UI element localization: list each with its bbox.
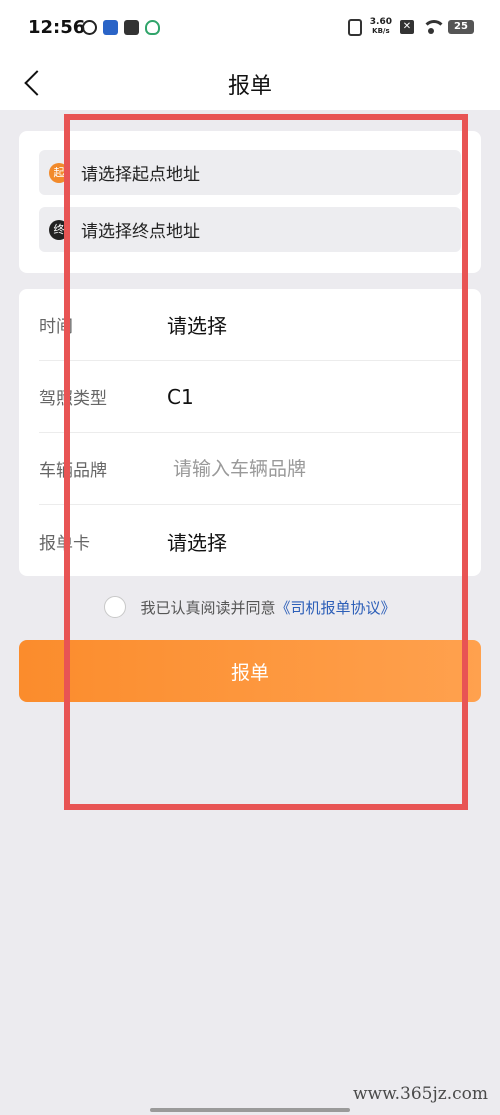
x-icon: ✕ [400, 20, 414, 34]
mail-icon [124, 20, 139, 35]
vibrate-icon [347, 18, 362, 36]
app-icon-4 [145, 20, 160, 35]
net-speed: 3.60 KB/s [370, 18, 392, 36]
status-bar: 12:56 3.60 KB/s ✕ 25 [0, 0, 500, 58]
battery-icon: 25 [448, 20, 474, 34]
home-indicator [150, 1108, 350, 1112]
status-right: 3.60 KB/s ✕ 25 [347, 18, 474, 36]
status-time: 12:56 [28, 17, 86, 38]
app-icon-1 [82, 20, 97, 35]
wifi-icon [422, 20, 446, 34]
status-app-icons [82, 20, 160, 35]
page-title: 报单 [227, 74, 272, 99]
net-speed-value: 3.60 [369, 17, 392, 27]
nav-bar: 报单 [0, 58, 500, 110]
app-icon-2 [103, 20, 118, 35]
net-speed-unit: KB/s [372, 27, 390, 35]
watermark: www.365jz.com [353, 1084, 488, 1104]
annotation-highlight-box [64, 114, 468, 810]
